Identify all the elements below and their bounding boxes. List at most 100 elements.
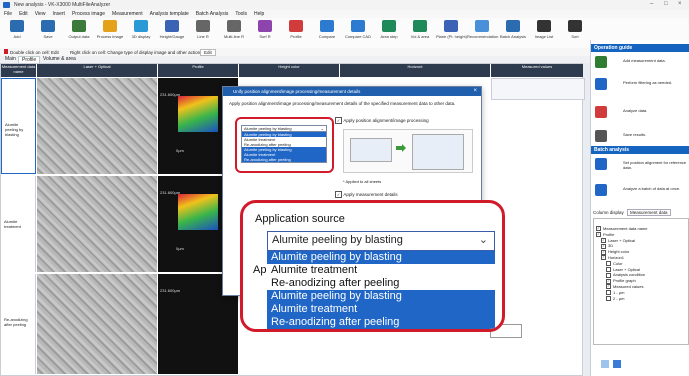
menu-item-tools[interactable]: Tools: [235, 11, 247, 17]
filter-icon: [595, 78, 607, 90]
scale-label: 231.600μm: [160, 92, 181, 97]
ribbon-label: Output data: [68, 34, 90, 39]
laser-optical-image[interactable]: [37, 176, 157, 272]
checkbox-checked[interactable]: ✓: [596, 226, 601, 232]
checkbox-checked[interactable]: ✓: [596, 232, 601, 238]
menu-item-analysis-template[interactable]: Analysis template: [150, 11, 189, 17]
menu-item-insert[interactable]: Insert: [52, 11, 65, 17]
ribbon-button-process-image[interactable]: Process image: [95, 20, 125, 46]
option-item[interactable]: Re-anodizing after peeling: [267, 316, 495, 329]
ribbon-button-height-gauge[interactable]: Height/Gauge: [157, 20, 187, 46]
ribbon-button-add[interactable]: Add: [2, 20, 32, 46]
guide-filtering[interactable]: Perform filtering as needed.: [595, 78, 687, 94]
ribbon-button-image-list[interactable]: Image List: [529, 20, 559, 46]
mini-option[interactable]: Re-anodizing after peeling: [242, 157, 326, 162]
ribbon-button-multi-line-r[interactable]: Multi-line R: [219, 20, 249, 46]
checkbox-checked[interactable]: ✓: [601, 249, 606, 255]
arrow-up-icon[interactable]: [601, 360, 609, 368]
column-header-laser[interactable]: Laser + Optical: [37, 64, 157, 77]
minimize-button[interactable]: –: [650, 1, 653, 7]
ribbon-button-output-data[interactable]: Output data: [64, 20, 94, 46]
batch-position-alignment[interactable]: Set position alignment for reference dat…: [595, 158, 687, 174]
tab-measurement-data[interactable]: Measurement data: [627, 209, 671, 216]
dialog-close-button[interactable]: ×: [473, 87, 477, 96]
ribbon-button-compare-cad[interactable]: Compare CAD: [343, 20, 373, 46]
ribbon-button-vol-area[interactable]: Vol & area: [405, 20, 435, 46]
option-item[interactable]: Alumite treatment: [267, 264, 495, 277]
column-header-name[interactable]: Measurement data name: [1, 64, 36, 77]
maximize-button[interactable]: □: [664, 1, 668, 7]
add-icon: [595, 56, 607, 68]
ribbon-button-line-r[interactable]: Line R: [188, 20, 218, 46]
ribbon-button-batch-analysis[interactable]: Batch Analysis: [498, 20, 528, 46]
alignment-preview: [343, 129, 473, 173]
tab-volume-area[interactable]: Volume & area: [40, 56, 79, 63]
checkbox-checked[interactable]: ✓: [606, 278, 611, 284]
row-label-2[interactable]: Alumite treatment: [1, 176, 36, 272]
tree-node-label: Measured values: [613, 283, 644, 289]
guide-add-data[interactable]: Add measurement data.: [595, 56, 687, 72]
menu-item-file[interactable]: File: [4, 11, 12, 17]
zero-label: 0μm: [176, 148, 184, 153]
row-label-1[interactable]: Alumite peeling by blasting: [1, 78, 36, 174]
batch-analyze[interactable]: Analyze a batch of data at once.: [595, 184, 687, 200]
checkbox-checked[interactable]: ✓: [601, 238, 606, 244]
ribbon-button-sort[interactable]: Sort: [560, 20, 590, 46]
checkbox-unchecked[interactable]: [606, 261, 611, 267]
menu-item-edit[interactable]: Edit: [19, 11, 28, 17]
ribbon-button-area-step[interactable]: Area step: [374, 20, 404, 46]
laser-optical-image[interactable]: [37, 274, 157, 374]
checkbox-unchecked[interactable]: [606, 267, 611, 273]
edit-button[interactable]: Edit: [200, 49, 216, 56]
checkbox-checked[interactable]: ✓: [601, 255, 606, 261]
option-item[interactable]: Alumite peeling by blasting: [267, 251, 495, 264]
ribbon-button-save[interactable]: Save: [33, 20, 63, 46]
tab-main[interactable]: Main: [2, 56, 19, 63]
ribbon-label: 3D display: [131, 34, 151, 39]
laser-optical-image[interactable]: [37, 78, 157, 174]
checkbox-checked[interactable]: ✓: [601, 243, 606, 249]
checkbox-unchecked[interactable]: [606, 290, 611, 296]
apply-position-checkbox[interactable]: ✓ Apply position alignment/image process…: [335, 117, 429, 124]
arrow-down-icon[interactable]: [613, 360, 621, 368]
menu-item-batch-analysis[interactable]: Batch Analysis: [196, 11, 229, 17]
tree-node[interactable]: 2 - μm: [596, 296, 686, 302]
ribbon-button-3d-display[interactable]: 3D display: [126, 20, 156, 46]
ribbon-button-compare[interactable]: Compare: [312, 20, 342, 46]
guide-analyze[interactable]: Analyze data.: [595, 106, 687, 122]
row-label-3[interactable]: Re-anodizing after peeling: [1, 274, 36, 374]
ribbon-button-profile[interactable]: Profile: [281, 20, 311, 46]
hint-bar: Double click on cell: Edit Right click o…: [0, 48, 590, 56]
close-window-button[interactable]: ×: [678, 1, 682, 7]
menu-item-measurement[interactable]: Measurement: [112, 11, 143, 17]
ribbon-button-recommendation[interactable]: Recommendation: [467, 20, 498, 46]
column-header-profile[interactable]: Profile: [158, 64, 238, 77]
title-bar: New analysis - VK-X3000 MultiFileAnalyze…: [0, 0, 689, 10]
option-item[interactable]: Re-anodizing after peeling: [267, 277, 495, 290]
operation-guide-title: Operation guide: [594, 45, 633, 51]
checkbox-unchecked[interactable]: [606, 296, 611, 301]
option-item[interactable]: Alumite treatment: [267, 303, 495, 316]
apply-measurement-checkbox[interactable]: ✓ Apply measurement details: [335, 191, 398, 198]
source-options-list: Alumite peeling by blasting Alumite trea…: [267, 251, 495, 329]
3d-display-icon: [134, 20, 148, 32]
menu-item-help[interactable]: Help: [254, 11, 264, 17]
option-item[interactable]: Alumite peeling by blasting: [267, 290, 495, 303]
menu-item-process-image[interactable]: Process image: [72, 11, 105, 17]
tree-node-label: Horizon1: [608, 254, 625, 260]
menu-item-view[interactable]: View: [35, 11, 46, 17]
checkbox-checked[interactable]: ✓: [606, 284, 611, 290]
ribbon-button-plane-pt-height-[interactable]: Plane (Pt. height): [436, 20, 467, 46]
tab-column-display[interactable]: Column display: [593, 210, 624, 215]
guide-save[interactable]: Save results.: [595, 130, 687, 146]
hint-right-click: Right click on cell: Change type of disp…: [70, 49, 203, 55]
column-header-measured[interactable]: Measured values: [491, 64, 583, 77]
save-icon: [595, 130, 607, 142]
checkbox-unchecked[interactable]: [606, 272, 611, 278]
ribbon-label: Batch Analysis: [499, 34, 526, 39]
heatmap-image: [178, 96, 218, 132]
application-source-select[interactable]: Alumite peeling by blasting ⌄: [267, 231, 495, 251]
ribbon-button-surf-r[interactable]: Surf R: [250, 20, 280, 46]
column-header-horizon[interactable]: Horizont: [340, 64, 490, 77]
column-header-height[interactable]: Height color: [239, 64, 339, 77]
